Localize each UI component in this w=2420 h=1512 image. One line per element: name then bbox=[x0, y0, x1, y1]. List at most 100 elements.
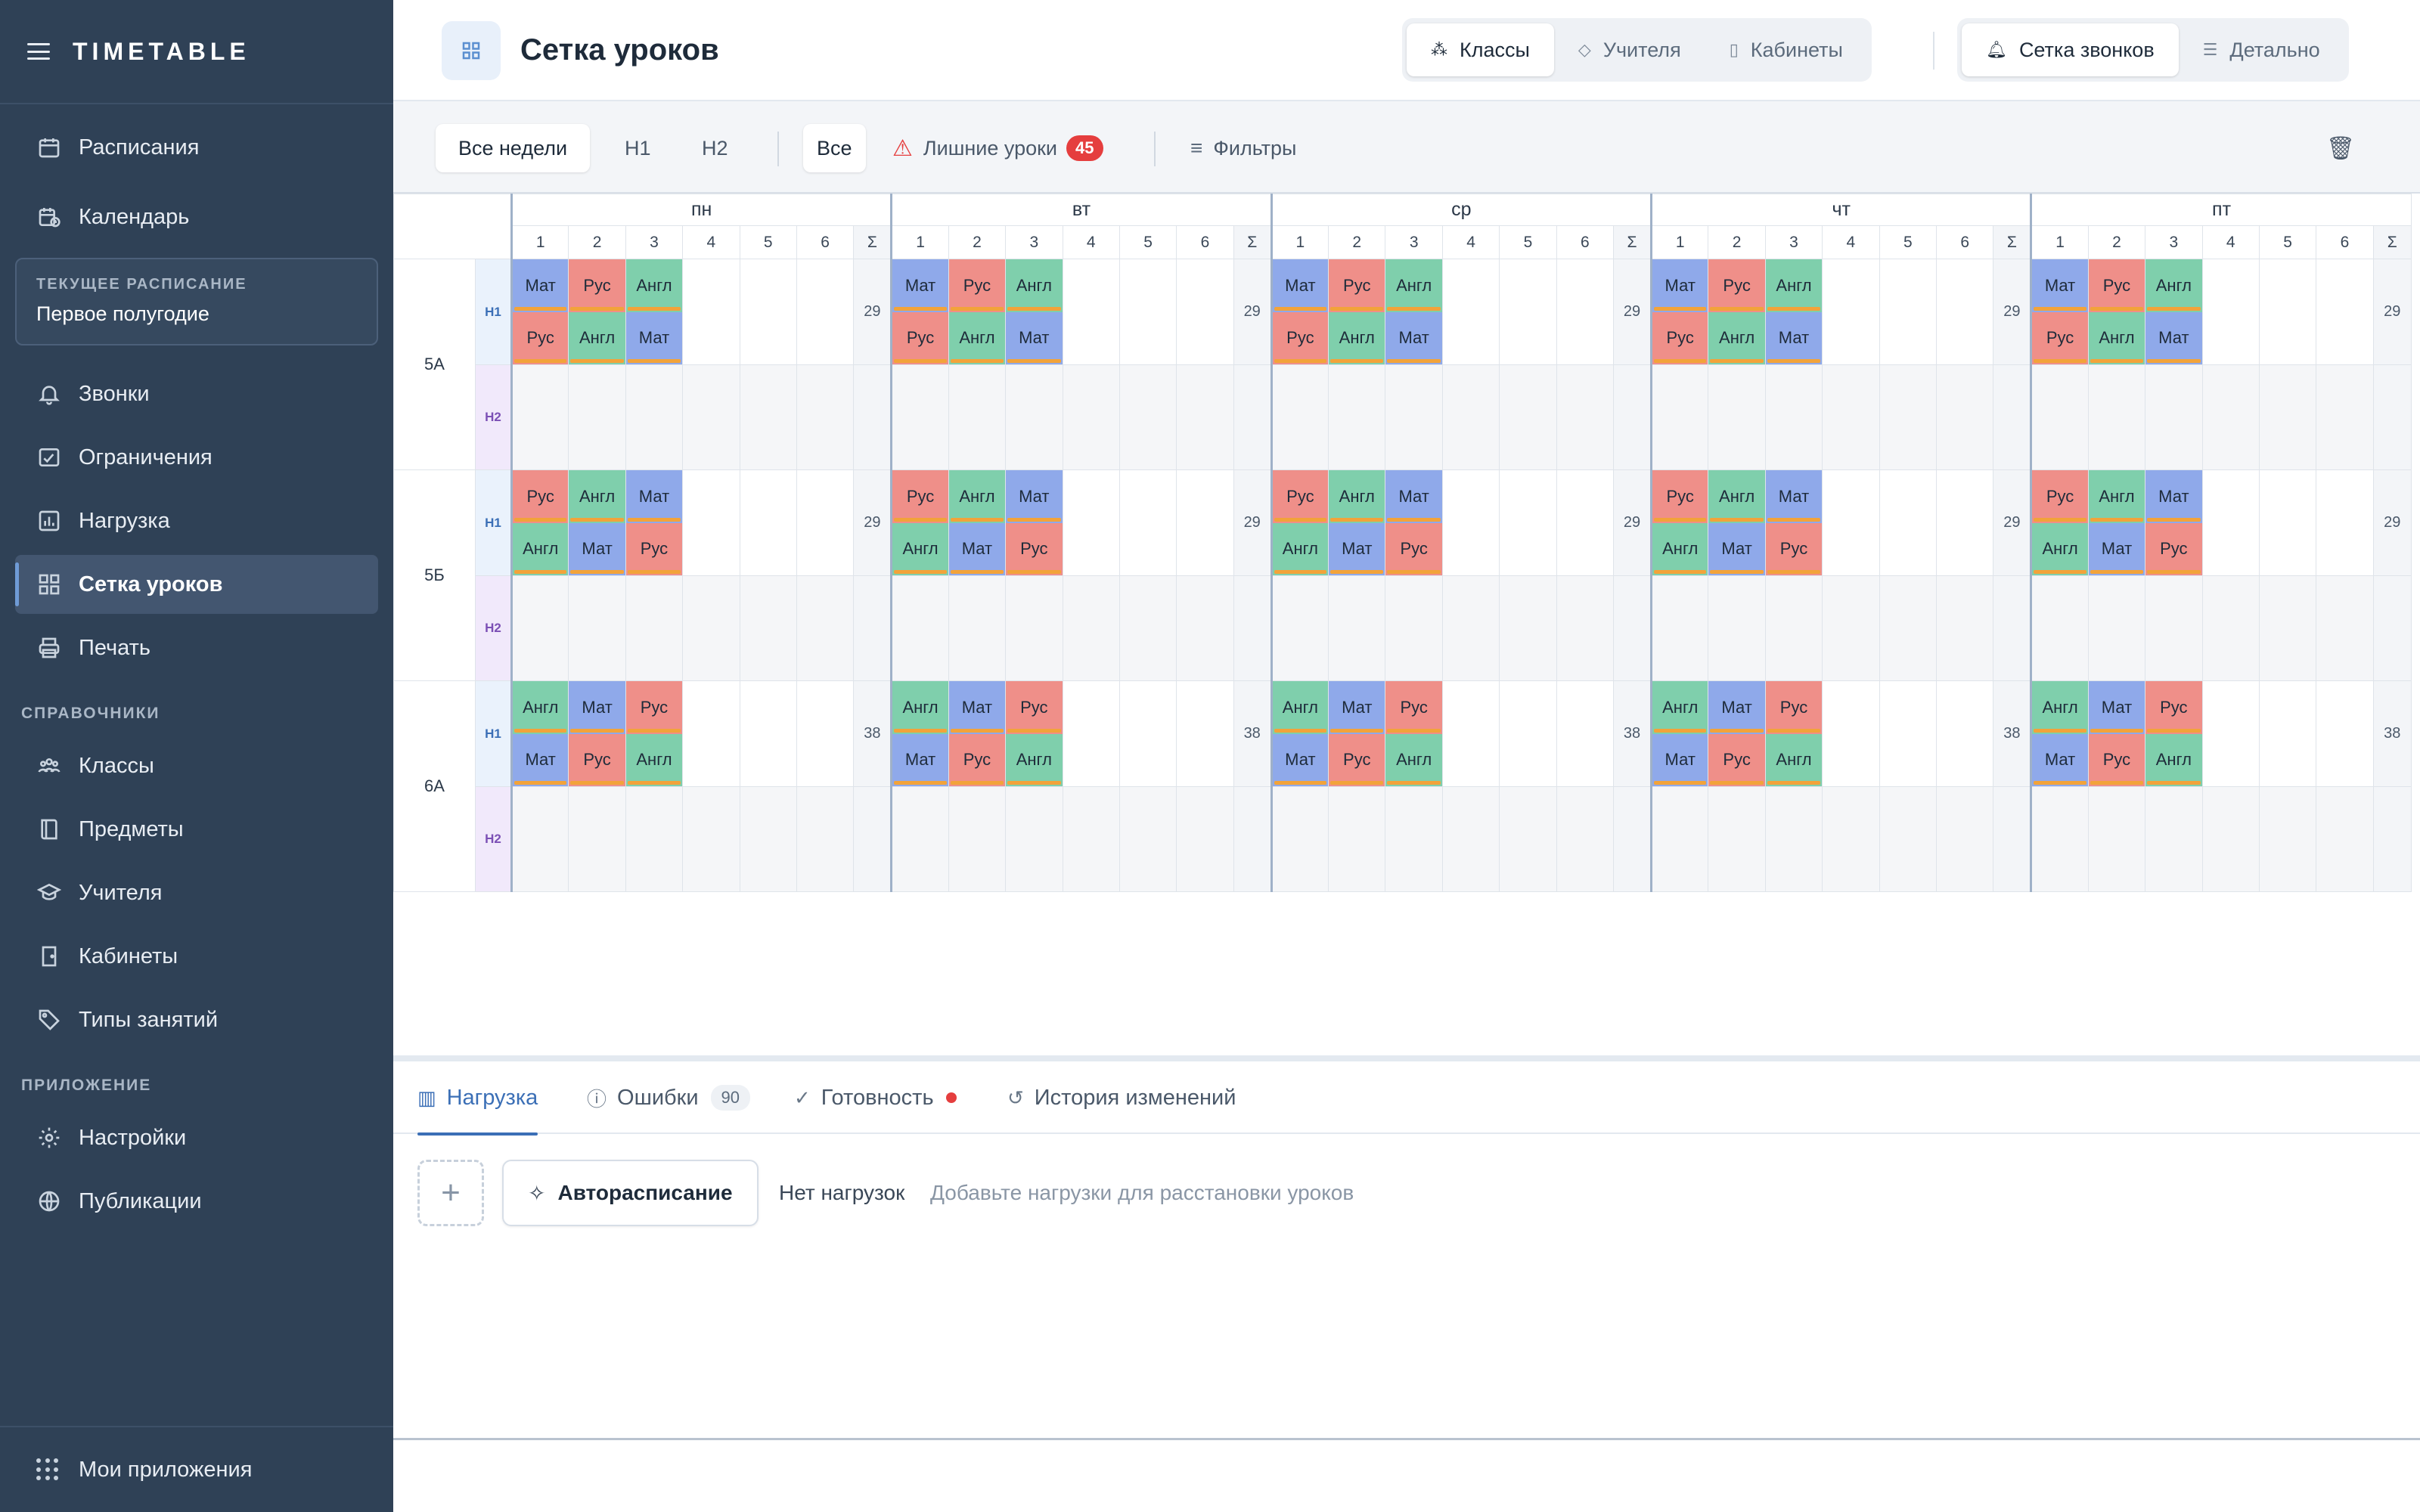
lesson-card[interactable]: Мат Рус bbox=[1708, 681, 1765, 786]
lesson-subject[interactable]: Англ bbox=[1652, 681, 1708, 734]
lesson-subject[interactable]: Англ bbox=[1006, 259, 1063, 312]
lesson-slot[interactable]: Англ Мат bbox=[948, 469, 1007, 576]
lesson-subject[interactable]: Мат bbox=[1272, 733, 1329, 786]
lesson-slot[interactable] bbox=[1935, 364, 1994, 470]
lesson-slot[interactable]: Рус Англ bbox=[890, 469, 949, 576]
lesson-slot[interactable] bbox=[568, 786, 626, 892]
lesson-subject[interactable]: Рус bbox=[513, 470, 569, 523]
lesson-slot[interactable] bbox=[796, 575, 855, 681]
lesson-card[interactable]: Англ Мат bbox=[1272, 681, 1329, 786]
lesson-slot[interactable] bbox=[1556, 259, 1615, 365]
lesson-subject[interactable]: Рус bbox=[2032, 470, 2088, 523]
lesson-subject[interactable]: Рус bbox=[1329, 733, 1385, 786]
lesson-slot[interactable]: Рус Англ bbox=[2145, 680, 2203, 787]
lesson-slot[interactable] bbox=[2087, 575, 2146, 681]
lesson-slot[interactable]: Англ Мат bbox=[1385, 259, 1443, 365]
auto-schedule-button[interactable]: ✧ Авторасписание bbox=[502, 1160, 759, 1226]
lesson-slot[interactable]: Рус Англ bbox=[948, 259, 1007, 365]
lesson-subject[interactable]: Мат bbox=[2032, 733, 2088, 786]
lesson-card[interactable]: Мат Рус bbox=[948, 681, 1006, 786]
lesson-slot[interactable] bbox=[1499, 680, 1557, 787]
lesson-subject[interactable]: Мат bbox=[2145, 470, 2202, 523]
lesson-slot[interactable]: Мат Рус bbox=[1005, 469, 1063, 576]
lesson-subject[interactable]: Рус bbox=[948, 733, 1006, 786]
lesson-slot[interactable] bbox=[1879, 575, 1937, 681]
lesson-slot[interactable]: Англ Мат bbox=[1708, 469, 1766, 576]
lesson-subject[interactable]: Мат bbox=[892, 259, 948, 312]
lesson-slot[interactable]: Мат Рус bbox=[568, 680, 626, 787]
lesson-slot[interactable] bbox=[1935, 259, 1994, 365]
lesson-slot[interactable] bbox=[1879, 259, 1937, 365]
lesson-card[interactable]: Рус Англ bbox=[2145, 681, 2202, 786]
lesson-subject[interactable]: Рус bbox=[2145, 522, 2202, 575]
lesson-slot[interactable] bbox=[1499, 786, 1557, 892]
lesson-card[interactable]: Англ Мат bbox=[948, 470, 1006, 575]
lesson-card[interactable]: Рус Англ bbox=[1006, 681, 1063, 786]
lesson-subject[interactable]: Рус bbox=[2032, 311, 2088, 364]
extra-lessons-button[interactable]: ⚠ Лишние уроки 45 bbox=[892, 124, 1103, 172]
lesson-subject[interactable]: Рус bbox=[1708, 733, 1765, 786]
lesson-slot[interactable]: Мат Рус bbox=[2030, 259, 2089, 365]
lesson-slot[interactable]: Рус Англ bbox=[1005, 680, 1063, 787]
lesson-slot[interactable] bbox=[625, 786, 684, 892]
lesson-slot[interactable] bbox=[1062, 364, 1120, 470]
lesson-subject[interactable]: Англ bbox=[2032, 522, 2088, 575]
lesson-slot[interactable] bbox=[2145, 786, 2203, 892]
lesson-slot[interactable] bbox=[1176, 469, 1234, 576]
lesson-slot[interactable] bbox=[1441, 364, 1500, 470]
lesson-slot[interactable] bbox=[1176, 680, 1234, 787]
lesson-slot[interactable] bbox=[2201, 786, 2260, 892]
lesson-slot[interactable] bbox=[1328, 364, 1386, 470]
lesson-slot[interactable] bbox=[1499, 259, 1557, 365]
lesson-subject[interactable]: Рус bbox=[1708, 259, 1765, 312]
lesson-card[interactable]: Мат Рус bbox=[625, 470, 683, 575]
lesson-subject[interactable]: Англ bbox=[1708, 311, 1765, 364]
lesson-slot[interactable]: Рус Англ bbox=[1764, 680, 1823, 787]
week-h1-button[interactable]: Н1 bbox=[625, 124, 651, 172]
lesson-slot[interactable] bbox=[2145, 575, 2203, 681]
lesson-slot[interactable] bbox=[1118, 259, 1177, 365]
lesson-subject[interactable]: Мат bbox=[1329, 522, 1385, 575]
lesson-subject[interactable]: Рус bbox=[569, 733, 625, 786]
lesson-slot[interactable] bbox=[948, 575, 1007, 681]
lesson-slot[interactable] bbox=[1822, 469, 1880, 576]
lesson-slot[interactable] bbox=[682, 786, 740, 892]
lesson-card[interactable]: Англ Мат bbox=[1006, 259, 1063, 364]
lesson-subject[interactable]: Англ bbox=[1652, 522, 1708, 575]
lesson-slot[interactable] bbox=[1441, 259, 1500, 365]
lesson-subject[interactable]: Англ bbox=[892, 681, 948, 734]
lesson-slot[interactable] bbox=[1118, 786, 1177, 892]
lesson-slot[interactable] bbox=[1556, 786, 1615, 892]
lesson-slot[interactable]: Рус Англ bbox=[1328, 259, 1386, 365]
lesson-subject[interactable]: Англ bbox=[2145, 733, 2202, 786]
lesson-card[interactable]: Мат Рус bbox=[569, 681, 625, 786]
lesson-slot[interactable] bbox=[2145, 364, 2203, 470]
lesson-slot[interactable] bbox=[2258, 469, 2317, 576]
lesson-slot[interactable] bbox=[1556, 575, 1615, 681]
lesson-slot[interactable] bbox=[682, 575, 740, 681]
lesson-slot[interactable] bbox=[2201, 575, 2260, 681]
sidebar-item-classes[interactable]: Классы bbox=[15, 736, 378, 795]
lesson-slot[interactable] bbox=[1441, 680, 1500, 787]
tab-readiness[interactable]: ✓ Готовность bbox=[794, 1061, 957, 1134]
lesson-subject[interactable]: Рус bbox=[1765, 681, 1823, 734]
lesson-slot[interactable] bbox=[1935, 786, 1994, 892]
lesson-card[interactable]: Рус Англ bbox=[625, 681, 683, 786]
lesson-subject[interactable]: Мат bbox=[1652, 733, 1708, 786]
lesson-subject[interactable]: Англ bbox=[569, 470, 625, 523]
lesson-card[interactable]: Англ Мат bbox=[513, 681, 569, 786]
lesson-slot[interactable] bbox=[1005, 786, 1063, 892]
lesson-slot[interactable]: Англ Мат bbox=[1270, 680, 1329, 787]
lesson-slot[interactable] bbox=[2258, 364, 2317, 470]
lesson-slot[interactable] bbox=[796, 364, 855, 470]
lesson-slot[interactable] bbox=[739, 364, 797, 470]
tab-errors[interactable]: ⓘ Ошибки 90 bbox=[587, 1061, 751, 1134]
lesson-card[interactable]: Мат Рус bbox=[1272, 259, 1329, 364]
lesson-slot[interactable] bbox=[2258, 575, 2317, 681]
lesson-card[interactable]: Рус Англ bbox=[2088, 259, 2145, 364]
lesson-slot[interactable] bbox=[1328, 575, 1386, 681]
lesson-slot[interactable]: Англ Мат bbox=[1005, 259, 1063, 365]
lesson-card[interactable]: Англ Мат bbox=[2088, 470, 2145, 575]
lesson-slot[interactable] bbox=[2201, 469, 2260, 576]
lesson-subject[interactable]: Рус bbox=[513, 311, 569, 364]
